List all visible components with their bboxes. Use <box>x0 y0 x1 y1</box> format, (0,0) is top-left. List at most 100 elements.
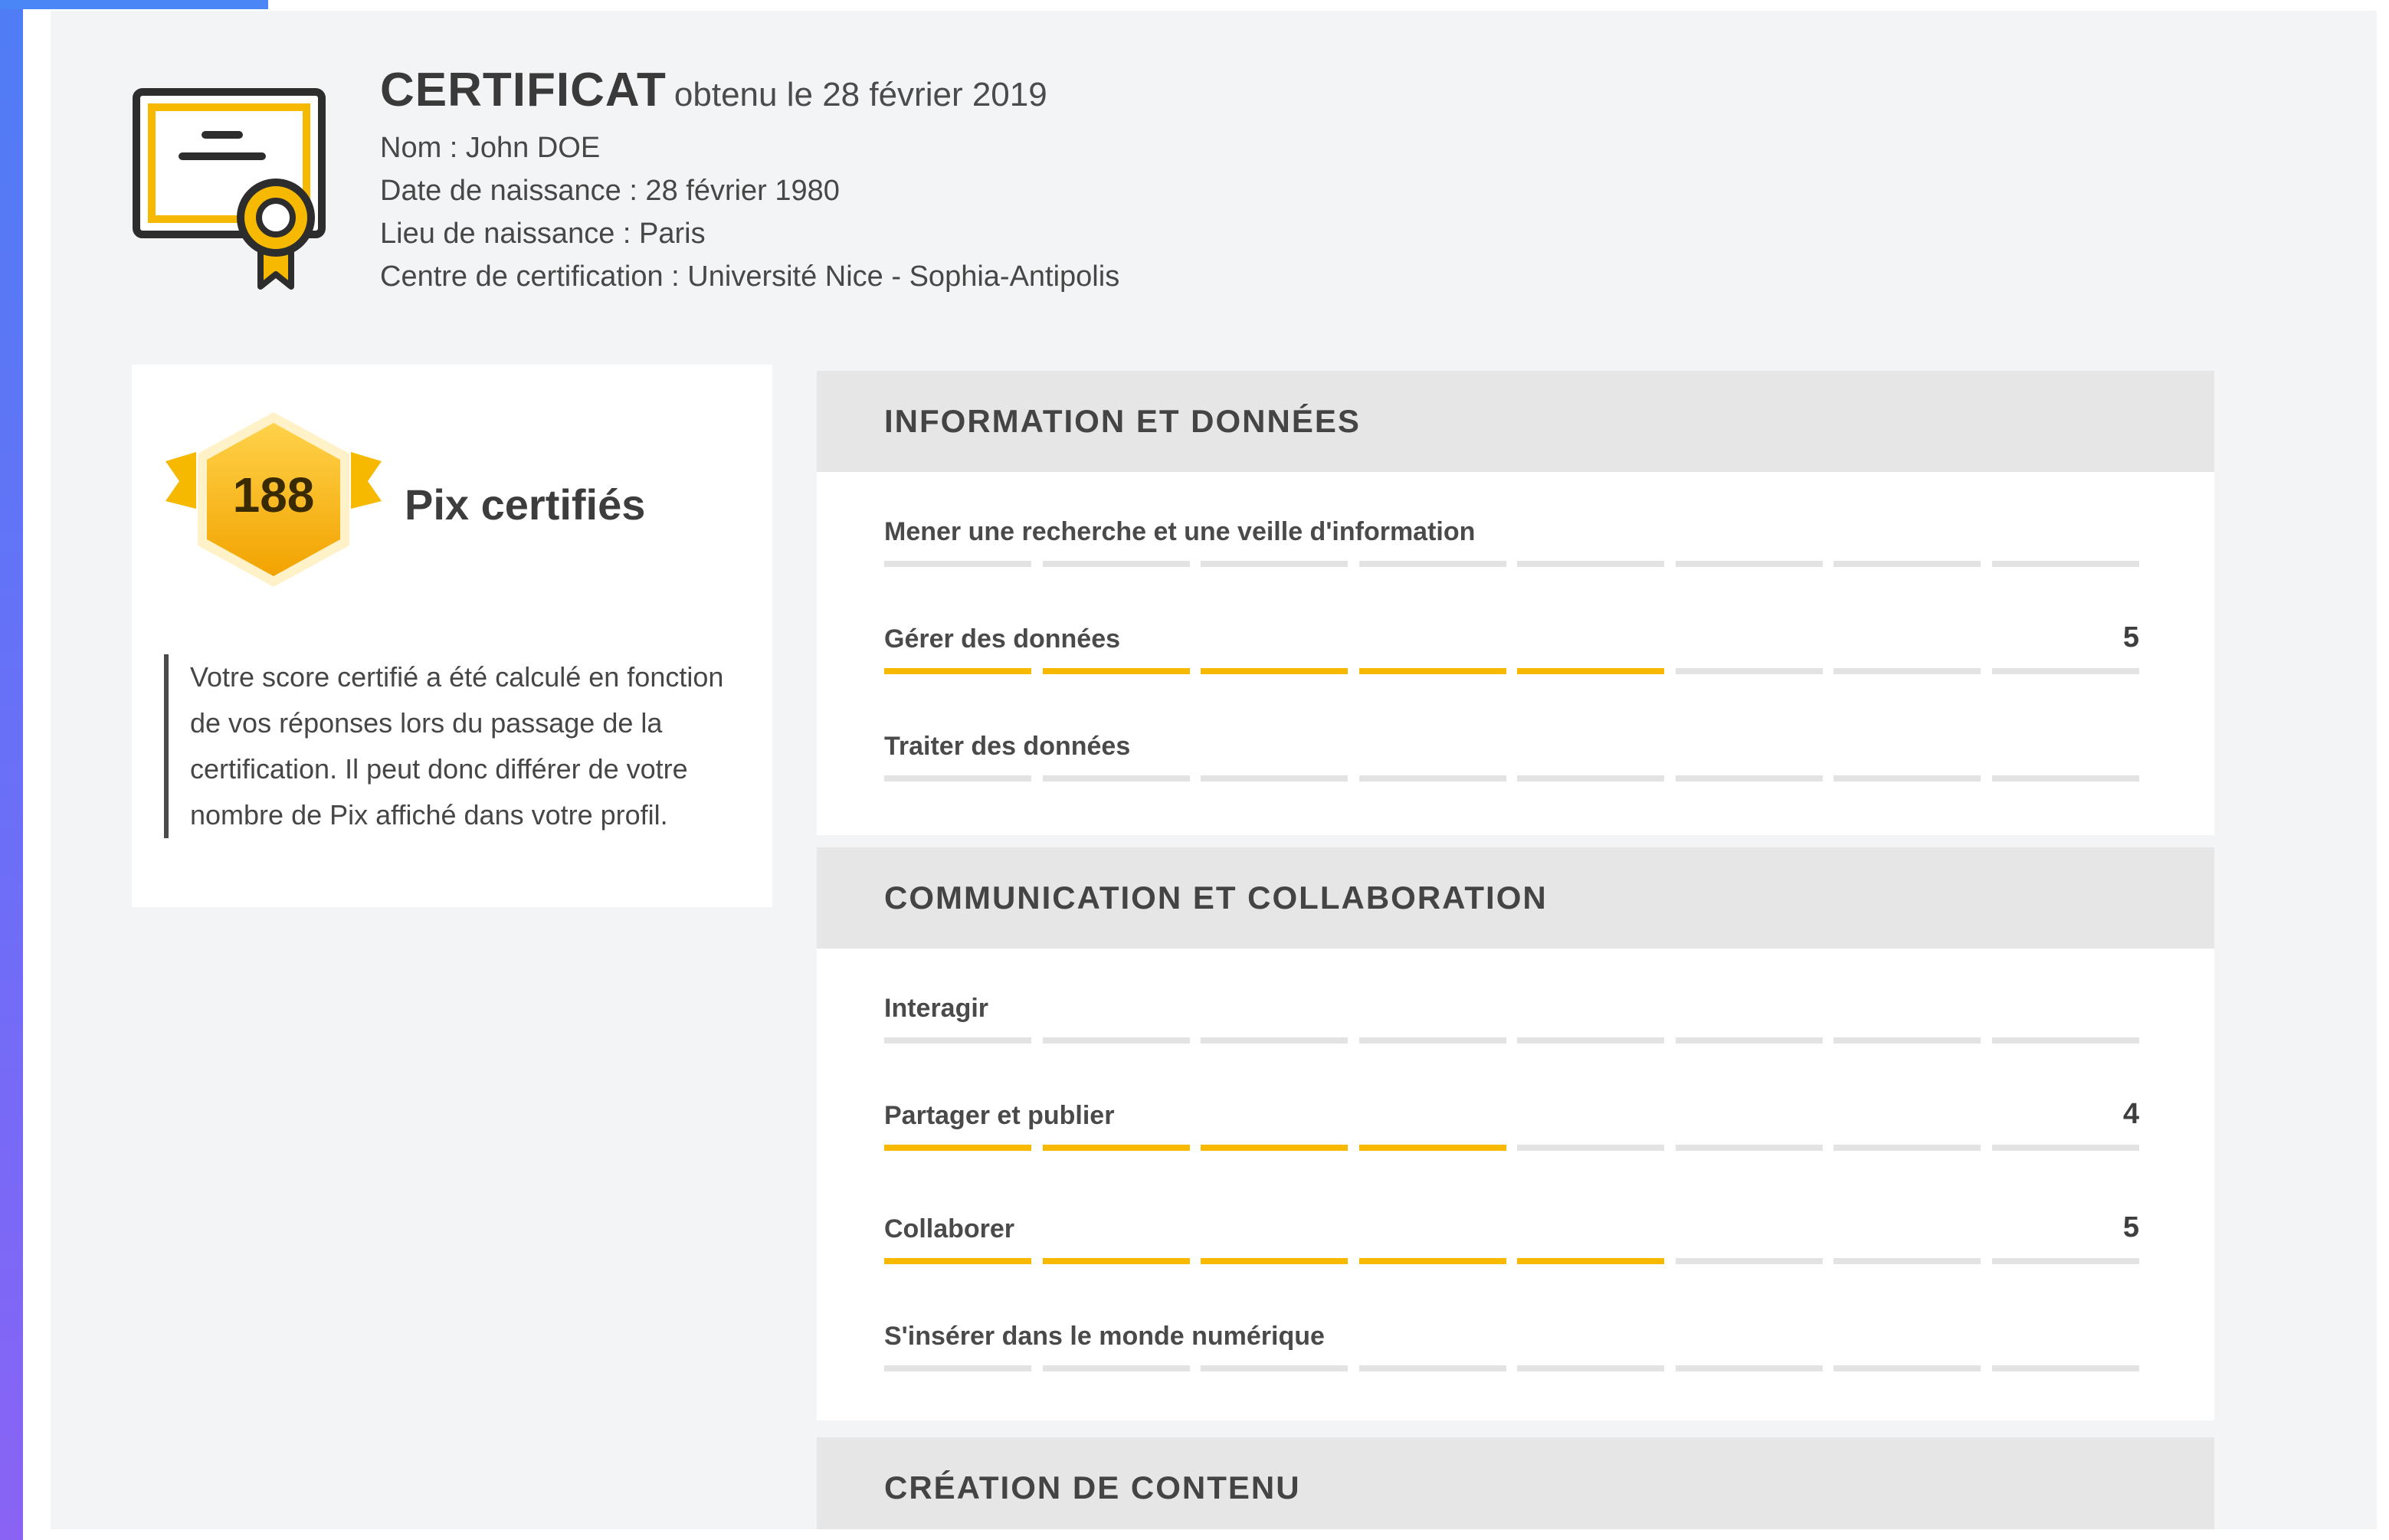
competence-name: Collaborer <box>884 1214 1015 1243</box>
competence-row: Mener une recherche et une veille d'info… <box>884 513 2139 567</box>
holder-birthplace: Lieu de naissance : Paris <box>380 218 706 250</box>
level-segment-filled <box>1201 1145 1349 1151</box>
window-edge-gradient <box>0 0 23 1540</box>
competence-name: Interagir <box>884 994 989 1023</box>
certificate-heading: CERTIFICAT <box>380 64 667 116</box>
domain-header: INFORMATION ET DONNÉES <box>817 371 2214 472</box>
domain-creation-contenu: CRÉATION DE CONTENU <box>817 1437 2214 1529</box>
level-segment-empty <box>1042 1037 1190 1044</box>
level-segment-filled <box>1358 1145 1506 1151</box>
level-segment-empty <box>884 561 1031 567</box>
level-segment-empty <box>1201 1037 1349 1044</box>
level-segment-filled <box>1201 668 1349 674</box>
score-explanation: Votre score certifié a été calculé en fo… <box>164 654 742 838</box>
level-segment-empty <box>1675 775 1823 781</box>
score-value: 188 <box>233 467 315 523</box>
competence-name: Partager et publier <box>884 1101 1115 1130</box>
holder-birthdate: Date de naissance : 28 février 1980 <box>380 175 840 207</box>
competence-name: S'insérer dans le monde numérique <box>884 1322 1325 1351</box>
level-segment-empty <box>1201 561 1349 567</box>
domain-header: CRÉATION DE CONTENU <box>817 1437 2214 1529</box>
competence-row: Gérer des données 5 <box>884 621 2139 674</box>
level-segment-filled <box>884 668 1031 674</box>
level-segment-empty <box>1834 1145 1981 1151</box>
competence-row: Partager et publier 4 <box>884 1097 2139 1151</box>
level-bars <box>884 1145 2139 1151</box>
level-segment-empty <box>1358 561 1506 567</box>
score-label: Pix certifiés <box>405 480 646 529</box>
level-segment-empty <box>1201 1365 1349 1371</box>
level-bars <box>884 561 2139 567</box>
level-segment-empty <box>1517 1037 1665 1044</box>
level-segment-empty <box>1675 1258 1823 1264</box>
level-segment-empty <box>1358 775 1506 781</box>
certificate-title: CERTIFICAT obtenu le 28 février 2019 <box>380 63 1047 117</box>
competence-name: Traiter des données <box>884 732 1131 761</box>
level-segment-empty <box>1834 775 1981 781</box>
level-bars <box>884 1037 2139 1044</box>
competence-name: Mener une recherche et une veille d'info… <box>884 517 1476 546</box>
level-bars <box>884 668 2139 674</box>
level-segment-filled <box>1042 668 1190 674</box>
level-segment-empty <box>1517 775 1665 781</box>
domain-communication-collaboration: COMMUNICATION ET COLLABORATION Interagir… <box>817 847 2214 1420</box>
certificate-page: CERTIFICAT obtenu le 28 février 2019 Nom … <box>51 11 2377 1529</box>
level-segment-empty <box>1834 1365 1981 1371</box>
level-segment-empty <box>1991 1037 2139 1044</box>
level-segment-empty <box>1991 1145 2139 1151</box>
competence-level: 5 <box>2122 1211 2139 1243</box>
level-segment-empty <box>1358 1037 1506 1044</box>
level-segment-empty <box>1675 668 1823 674</box>
level-segment-empty <box>1991 668 2139 674</box>
level-segment-filled <box>1042 1145 1190 1151</box>
level-segment-empty <box>1834 1037 1981 1044</box>
level-segment-empty <box>1517 561 1665 567</box>
level-segment-filled <box>884 1145 1031 1151</box>
certificate-icon <box>133 88 326 290</box>
level-segment-empty <box>1042 1365 1190 1371</box>
level-segment-filled <box>1042 1258 1190 1264</box>
level-segment-empty <box>1991 775 2139 781</box>
level-segment-empty <box>1675 1365 1823 1371</box>
level-segment-empty <box>1675 561 1823 567</box>
level-segment-empty <box>1834 561 1981 567</box>
competence-row: S'insérer dans le monde numérique <box>884 1318 2139 1371</box>
domain-title: INFORMATION ET DONNÉES <box>884 403 1361 439</box>
domain-title: CRÉATION DE CONTENU <box>884 1470 1301 1506</box>
level-segment-empty <box>1991 561 2139 567</box>
certificate-date: obtenu le 28 février 2019 <box>673 76 1047 113</box>
level-segment-empty <box>1991 1365 2139 1371</box>
holder-name: Nom : John DOE <box>380 132 601 164</box>
domain-title: COMMUNICATION ET COLLABORATION <box>884 880 1548 916</box>
level-segment-filled <box>1358 668 1506 674</box>
level-bars <box>884 1258 2139 1264</box>
level-segment-empty <box>1834 1258 1981 1264</box>
level-segment-filled <box>1358 1258 1506 1264</box>
level-bars <box>884 775 2139 781</box>
score-card: 188 Pix certifiés Votre score certifié a… <box>132 365 772 907</box>
level-segment-filled <box>1517 1258 1665 1264</box>
level-segment-empty <box>1834 668 1981 674</box>
level-segment-empty <box>1042 775 1190 781</box>
top-accent-bar <box>0 0 268 9</box>
level-segment-empty <box>884 1365 1031 1371</box>
level-segment-empty <box>884 1037 1031 1044</box>
competence-level: 5 <box>2122 621 2139 654</box>
domain-header: COMMUNICATION ET COLLABORATION <box>817 847 2214 949</box>
level-segment-filled <box>884 1258 1031 1264</box>
level-segment-empty <box>1358 1365 1506 1371</box>
score-hexagon-badge: 188 <box>165 412 382 587</box>
level-segment-empty <box>1517 1365 1665 1371</box>
competence-level: 4 <box>2122 1098 2139 1130</box>
level-segment-filled <box>1201 1258 1349 1264</box>
competence-name: Gérer des données <box>884 624 1121 654</box>
level-segment-empty <box>1201 775 1349 781</box>
level-segment-empty <box>884 775 1031 781</box>
level-segment-empty <box>1675 1145 1823 1151</box>
level-segment-empty <box>1517 1145 1665 1151</box>
level-segment-empty <box>1991 1258 2139 1264</box>
level-segment-empty <box>1042 561 1190 567</box>
competence-row: Collaborer 5 <box>884 1211 2139 1264</box>
level-segment-filled <box>1517 668 1665 674</box>
competence-row: Interagir <box>884 990 2139 1044</box>
